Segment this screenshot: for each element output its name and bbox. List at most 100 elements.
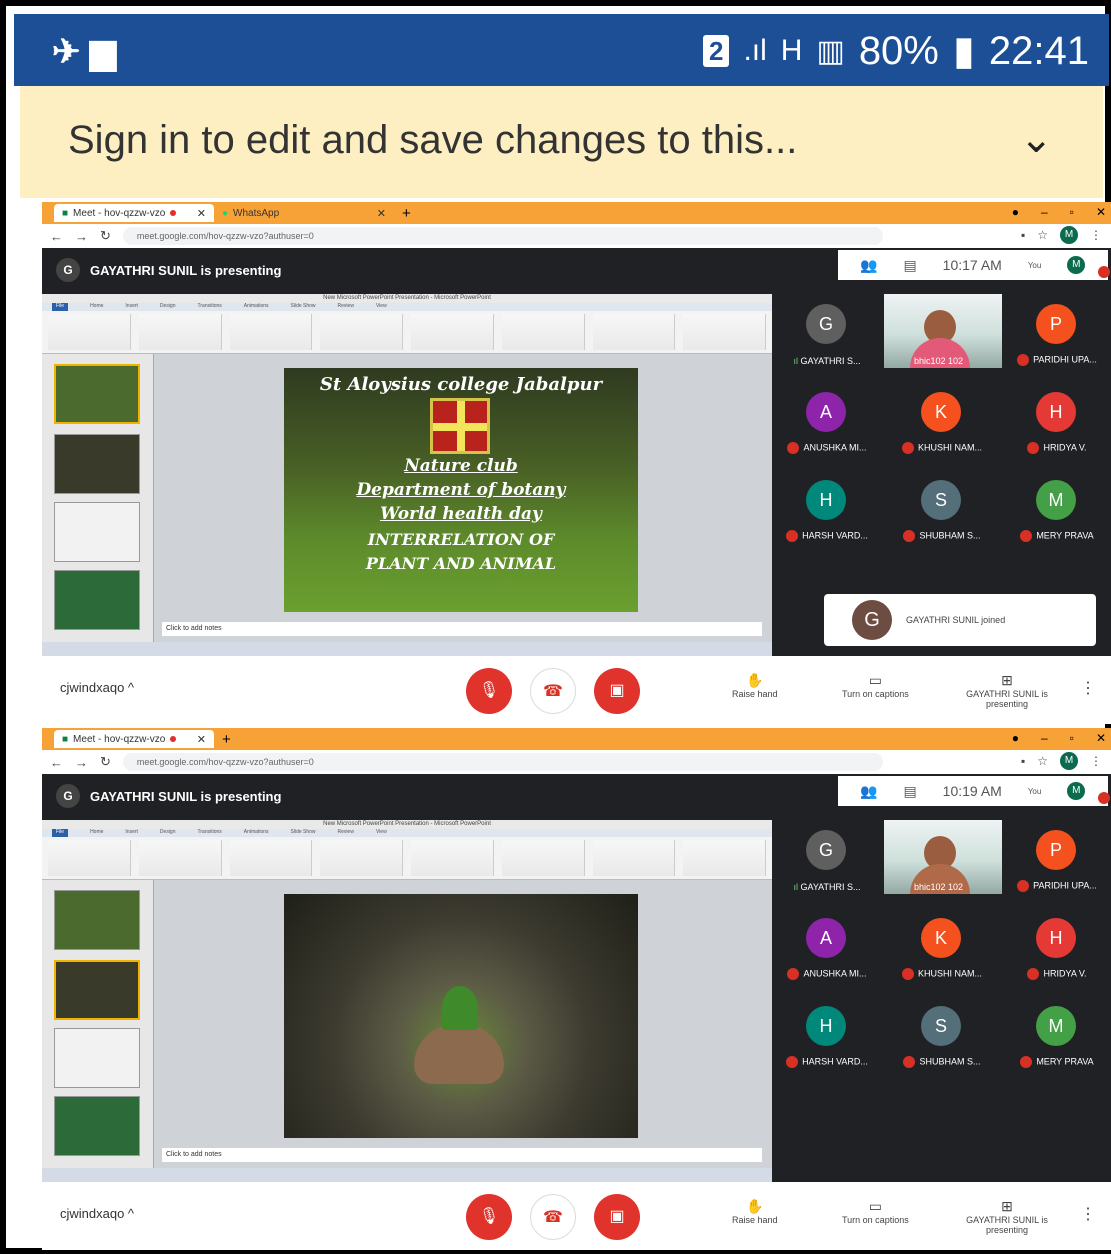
- leave-call-button[interactable]: ☎: [530, 1194, 576, 1240]
- new-tab-icon[interactable]: +: [222, 731, 231, 748]
- maximize-icon[interactable]: ▫: [1070, 205, 1074, 219]
- menu-icon[interactable]: ⋮: [1090, 228, 1102, 242]
- tab-strip: ■ Meet - hov-qzzw-vzo ✕ + ● – ▫ ✕: [42, 728, 1111, 750]
- star-icon[interactable]: ☆: [1037, 228, 1048, 242]
- profile-avatar[interactable]: M: [1060, 226, 1078, 244]
- close-icon[interactable]: ✕: [197, 733, 206, 746]
- captions-button[interactable]: ▭ Turn on captions: [842, 672, 909, 699]
- more-options-icon[interactable]: ⋮: [1080, 1204, 1096, 1224]
- slide-line2: PLANT AND ANIMAL: [365, 554, 557, 573]
- meet-stage: G GAYATHRI SUNIL is presenting 👥 ▤ 10:19…: [42, 774, 1111, 1182]
- people-icon[interactable]: 👥: [860, 257, 877, 274]
- reload-icon[interactable]: ↻: [100, 228, 111, 244]
- raise-hand-button[interactable]: ✋ Raise hand: [732, 672, 778, 699]
- camera-icon[interactable]: ▪: [1021, 228, 1025, 242]
- profile-avatar[interactable]: M: [1060, 752, 1078, 770]
- camera-toggle-button[interactable]: ▣: [594, 1194, 640, 1240]
- presenting-button[interactable]: ⊞ GAYATHRI SUNIL is presenting: [962, 672, 1052, 709]
- chat-icon[interactable]: ▤: [903, 783, 916, 800]
- present-icon: ⊞: [1001, 672, 1013, 688]
- mic-off-icon: [787, 968, 800, 980]
- notes-pane[interactable]: Click to add notes: [162, 622, 762, 636]
- participant-tile: H HARSH VARD...: [772, 470, 882, 544]
- new-tab-icon[interactable]: +: [402, 205, 411, 222]
- menu-icon[interactable]: ⋮: [1090, 754, 1102, 768]
- participant-tile: H HRIDYA V.: [1002, 382, 1111, 456]
- close-icon[interactable]: ✕: [197, 207, 206, 220]
- presenter-avatar: G: [56, 784, 80, 808]
- mic-off-icon: [903, 1056, 916, 1068]
- slide-club: Nature club: [404, 456, 518, 476]
- participant-tile: S SHUBHAM S...: [887, 996, 997, 1070]
- meeting-code[interactable]: cjwindxaqo ^: [60, 1206, 134, 1221]
- recording-dot-icon: [170, 736, 177, 742]
- battery-icon: ▮: [952, 29, 975, 73]
- thumbnail-4: [54, 570, 140, 630]
- url-field[interactable]: meet.google.com/hov-qzzw-vzo?authuser=0: [122, 753, 883, 771]
- meeting-code[interactable]: cjwindxaqo ^: [60, 680, 134, 695]
- slide-thumbnails: [42, 354, 154, 644]
- back-icon[interactable]: ←: [50, 229, 63, 244]
- toast-avatar: G: [852, 600, 892, 640]
- forward-icon[interactable]: →: [75, 755, 88, 770]
- people-icon[interactable]: 👥: [860, 783, 877, 800]
- thumbnail-3: [54, 502, 140, 562]
- captions-button[interactable]: ▭ Turn on captions: [842, 1198, 909, 1225]
- close-icon[interactable]: ✕: [377, 207, 386, 220]
- tab-meet[interactable]: ■ Meet - hov-qzzw-vzo ✕: [54, 730, 214, 748]
- banner-text: Sign in to edit and save changes to this…: [68, 118, 798, 162]
- notification-icons: ✈ ▆: [52, 33, 117, 71]
- account-icon[interactable]: ●: [1012, 731, 1019, 745]
- more-options-icon[interactable]: ⋮: [1080, 678, 1096, 698]
- browser-window-2: ■ Meet - hov-qzzw-vzo ✕ + ● – ▫ ✕ ← → ↻ …: [42, 728, 1111, 1250]
- chevron-down-icon[interactable]: ⌄: [1019, 116, 1053, 162]
- meet-stage: G GAYATHRI SUNIL is presenting 👥 ▤ 10:17…: [42, 248, 1111, 656]
- sign-in-banner[interactable]: Sign in to edit and save changes to this…: [20, 86, 1103, 198]
- camera-icon[interactable]: ▪: [1021, 754, 1025, 768]
- mic-toggle-button[interactable]: 🎙: [466, 1194, 512, 1240]
- mic-off-icon: [1027, 968, 1040, 980]
- url-field[interactable]: meet.google.com/hov-qzzw-vzo?authuser=0: [122, 227, 883, 245]
- participant-tile: P PARIDHI UPA...: [1002, 294, 1111, 368]
- slide-college: St Aloysius college Jabalpur: [319, 374, 603, 395]
- leave-call-button[interactable]: ☎: [530, 668, 576, 714]
- reload-icon[interactable]: ↻: [100, 754, 111, 770]
- tab-whatsapp[interactable]: ● WhatsApp ✕: [214, 204, 394, 222]
- participant-tile: K KHUSHI NAM...: [887, 908, 997, 982]
- tab-strip: ■ Meet - hov-qzzw-vzo ✕ ● WhatsApp ✕ + ●…: [42, 202, 1111, 224]
- whatsapp-icon: ●: [222, 207, 229, 219]
- back-icon[interactable]: ←: [50, 755, 63, 770]
- presenting-text: GAYATHRI SUNIL is presenting: [90, 788, 282, 804]
- mic-off-icon: [787, 442, 800, 454]
- participant-tile: H HARSH VARD...: [772, 996, 882, 1070]
- battery-level: 80%: [858, 28, 939, 73]
- recording-dot-icon: [170, 210, 177, 216]
- presenting-bar: G GAYATHRI SUNIL is presenting: [56, 784, 281, 808]
- tab-meet[interactable]: ■ Meet - hov-qzzw-vzo ✕: [54, 204, 214, 222]
- join-toast: G GAYATHRI SUNIL joined: [824, 594, 1096, 646]
- address-bar: ← → ↻ meet.google.com/hov-qzzw-vzo?authu…: [42, 224, 1111, 248]
- mic-off-icon: [786, 530, 799, 542]
- mic-off-icon: [786, 1056, 799, 1068]
- mic-off-icon: [901, 968, 914, 980]
- mic-toggle-button[interactable]: 🎙: [466, 668, 512, 714]
- slide-dept: Department of botany: [356, 480, 566, 500]
- close-window-icon[interactable]: ✕: [1096, 731, 1106, 745]
- forward-icon[interactable]: →: [75, 229, 88, 244]
- close-window-icon[interactable]: ✕: [1096, 205, 1106, 219]
- participant-tile: P PARIDHI UPA...: [1002, 820, 1111, 894]
- account-icon[interactable]: ●: [1012, 205, 1019, 219]
- minimize-icon[interactable]: –: [1041, 205, 1048, 219]
- meeting-time: 10:17 AM: [942, 257, 1002, 273]
- minimize-icon[interactable]: –: [1041, 731, 1048, 745]
- sim-icon: 2: [702, 35, 730, 67]
- chat-icon[interactable]: ▤: [903, 257, 916, 274]
- star-icon[interactable]: ☆: [1037, 754, 1048, 768]
- thumbnail-1: [54, 364, 140, 424]
- presenting-button[interactable]: ⊞ GAYATHRI SUNIL is presenting: [962, 1198, 1052, 1235]
- camera-toggle-button[interactable]: ▣: [594, 668, 640, 714]
- notes-pane[interactable]: Click to add notes: [162, 1148, 762, 1162]
- maximize-icon[interactable]: ▫: [1070, 731, 1074, 745]
- raise-hand-button[interactable]: ✋ Raise hand: [732, 1198, 778, 1225]
- hand-icon: ✋: [746, 672, 764, 688]
